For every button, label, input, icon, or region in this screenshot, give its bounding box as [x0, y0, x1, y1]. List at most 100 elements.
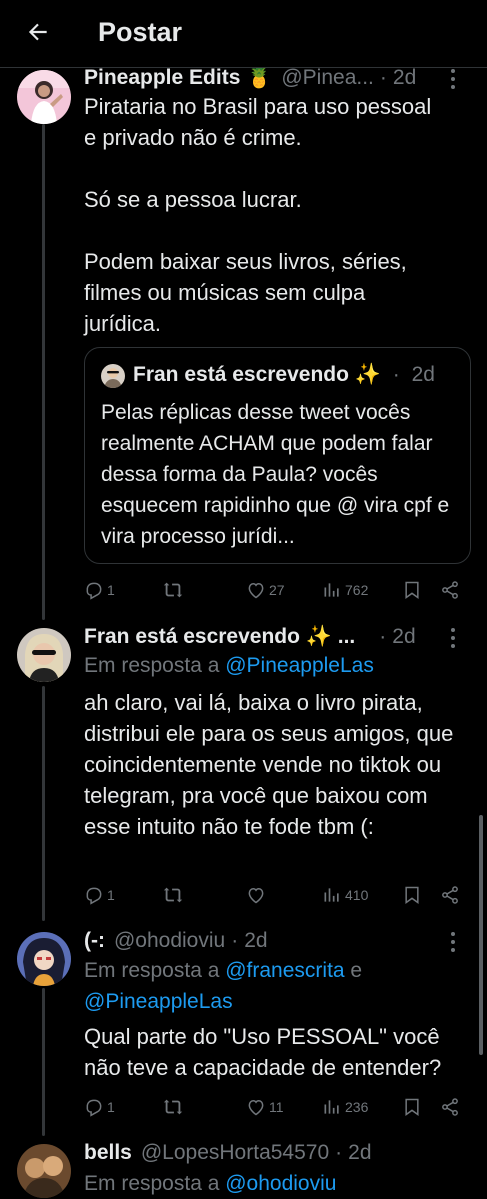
quote-avatar [101, 364, 125, 388]
views-count: 236 [345, 1099, 369, 1115]
tweet-actions: 1 410 [84, 880, 464, 910]
views-icon [324, 888, 339, 902]
avatar[interactable] [17, 1144, 71, 1198]
tweet-actions: 1 27 762 [84, 575, 464, 605]
tweet-text: Pirataria no Brasil para uso pessoal e p… [84, 94, 432, 336]
views-icon [324, 1100, 339, 1114]
page-title: Postar [98, 17, 183, 47]
quote-text: Pelas réplicas desse tweet vocês realmen… [101, 401, 450, 548]
back-button[interactable] [22, 16, 54, 48]
reply-button[interactable]: 1 [84, 1092, 115, 1122]
separator-dot: · [392, 363, 400, 386]
post-time[interactable]: 2d [393, 66, 416, 90]
reply-icon [86, 887, 102, 905]
post-time[interactable]: 2d [244, 929, 267, 953]
like-button[interactable] [246, 880, 266, 910]
heart-icon [248, 582, 264, 599]
author-name[interactable]: bells [84, 1141, 132, 1165]
like-button[interactable]: 11 [246, 1092, 284, 1122]
author-handle[interactable]: @LopesHorta54570 [141, 1141, 329, 1165]
reply-mention-link[interactable]: @PineappleLas [225, 654, 374, 677]
quoted-tweet[interactable]: Fran está escrevendo ✨ · 2d Pelas réplic… [84, 347, 471, 564]
bookmark-icon [405, 581, 419, 599]
reply-context: Em resposta a @ohodioviu [84, 1168, 474, 1199]
reply-and: e [344, 959, 363, 982]
author-handle[interactable]: @ohodioviu [114, 929, 225, 953]
top-bar: Postar [0, 0, 487, 68]
more-button[interactable] [443, 929, 463, 955]
bookmark-button[interactable] [402, 575, 422, 605]
reply-mention-link[interactable]: @PineappleLas [84, 990, 233, 1013]
share-icon [442, 886, 458, 904]
avatar[interactable] [17, 628, 71, 682]
share-icon [442, 1098, 458, 1116]
author-name[interactable]: (-: [84, 929, 105, 953]
reply-count: 1 [107, 887, 115, 903]
tweet-text: Qual parte do "Uso PESSOAL" você não tev… [84, 1024, 442, 1080]
reply-count: 1 [107, 582, 115, 598]
heart-icon [248, 887, 264, 904]
retweet-icon [163, 582, 183, 598]
reply-button[interactable]: 1 [84, 880, 115, 910]
like-count: 27 [269, 582, 285, 598]
thread-line [42, 686, 45, 921]
reply-context: Em resposta a @franescrita e @PineappleL… [84, 955, 474, 1017]
like-button[interactable]: 27 [246, 575, 285, 605]
reply-prefix: Em resposta a [84, 654, 226, 677]
views-count: 762 [345, 582, 369, 598]
views-count: 410 [345, 887, 369, 903]
post-time[interactable]: 2d [392, 625, 415, 649]
tweet-actions: 1 11 236 [84, 1092, 464, 1122]
bookmark-button[interactable] [402, 880, 422, 910]
reply-context: Em resposta a @PineappleLas [84, 650, 474, 681]
separator-dot: · [379, 625, 387, 648]
separator-dot: · [335, 1141, 343, 1164]
separator-dot: · [379, 66, 387, 89]
retweet-icon [163, 1099, 183, 1115]
bookmark-icon [405, 1098, 419, 1116]
more-button[interactable] [443, 625, 463, 651]
reply-icon [86, 582, 102, 600]
avatar[interactable] [17, 70, 71, 124]
scrollbar[interactable] [479, 815, 483, 1055]
heart-icon [248, 1099, 264, 1116]
views-button[interactable]: 762 [322, 575, 368, 605]
author-name[interactable]: Pineapple Edits 🍍 [84, 66, 272, 90]
share-button[interactable] [440, 575, 460, 605]
retweet-button[interactable] [162, 575, 184, 605]
thread-line [42, 988, 45, 1136]
quote-author-name: Fran está escrevendo ✨ [133, 363, 381, 386]
views-icon [324, 583, 339, 597]
reply-mention-link[interactable]: @ohodioviu [225, 1172, 336, 1195]
retweet-icon [163, 887, 183, 903]
share-button[interactable] [440, 1092, 460, 1122]
quote-time: 2d [411, 363, 435, 386]
views-button[interactable]: 410 [322, 880, 368, 910]
like-count: 11 [269, 1099, 284, 1115]
reply-prefix: Em resposta a [84, 1172, 226, 1195]
separator-dot: · [231, 929, 239, 952]
reply-count: 1 [107, 1099, 115, 1115]
retweet-button[interactable] [162, 880, 184, 910]
reply-mention-link[interactable]: @franescrita [225, 959, 344, 982]
thread-line [42, 124, 45, 620]
views-button[interactable]: 236 [322, 1092, 368, 1122]
reply-prefix: Em resposta a [84, 959, 226, 982]
tweet-text: ah claro, vai lá, baixa o livro pirata, … [84, 690, 454, 839]
reply-icon [86, 1099, 102, 1117]
share-button[interactable] [440, 880, 460, 910]
author-name[interactable]: Fran está escrevendo ✨ ... [84, 625, 355, 649]
more-icon [451, 628, 455, 632]
avatar[interactable] [17, 932, 71, 986]
more-icon [451, 69, 455, 73]
retweet-button[interactable] [162, 1092, 184, 1122]
bookmark-icon [405, 886, 419, 904]
author-handle[interactable]: @Pinea... [281, 66, 374, 90]
more-icon [451, 932, 455, 936]
arrow-left-icon [28, 23, 47, 41]
more-button[interactable] [443, 66, 463, 92]
bookmark-button[interactable] [402, 1092, 422, 1122]
share-icon [442, 581, 458, 599]
reply-button[interactable]: 1 [84, 575, 115, 605]
post-time[interactable]: 2d [348, 1141, 371, 1165]
